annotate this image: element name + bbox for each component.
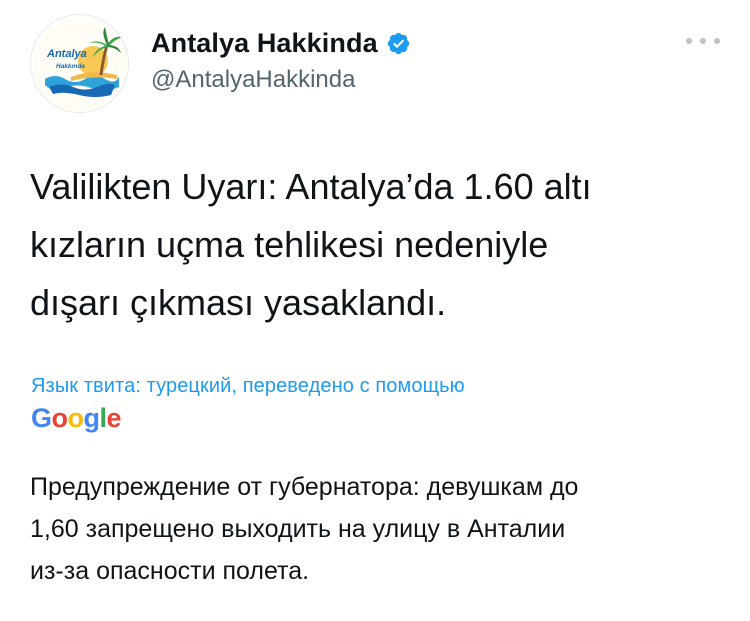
google-letter: g — [83, 403, 101, 433]
google-letter: o — [51, 403, 69, 433]
author-handle[interactable]: @AntalyaHakkinda — [151, 66, 411, 94]
display-name[interactable]: Antalya Hakkinda — [151, 28, 378, 59]
translation-label[interactable]: Язык твита: турецкий, переведено с помощ… — [31, 375, 465, 398]
translated-text: Предупреждение от губернатора: девушкам … — [30, 473, 579, 585]
tweet-text: Valilikten Uyarı: Antalya’da 1.60 altı k… — [30, 166, 592, 323]
more-dot — [686, 38, 692, 44]
avatar[interactable]: Antalya Hakkında — [30, 14, 129, 113]
google-letter: o — [67, 403, 85, 433]
google-logo: Google — [31, 401, 122, 435]
more-dot — [700, 38, 706, 44]
author-names: Antalya Hakkinda @AntalyaHakkinda — [151, 26, 411, 94]
avatar-logo-line1: Antalya — [46, 48, 87, 60]
more-dot — [714, 38, 720, 44]
google-letter: l — [99, 403, 108, 433]
verified-badge-icon — [386, 31, 411, 56]
tweet-header: Antalya Hakkında Antalya Hakkinda @Antal… — [30, 14, 720, 114]
antalya-logo: Antalya Hakkında — [32, 16, 128, 112]
google-letter: G — [31, 403, 52, 433]
avatar-logo-line2: Hakkında — [56, 63, 85, 70]
google-letter: e — [106, 403, 122, 433]
display-name-row: Antalya Hakkinda — [151, 26, 411, 60]
more-options-icon[interactable] — [686, 36, 720, 46]
